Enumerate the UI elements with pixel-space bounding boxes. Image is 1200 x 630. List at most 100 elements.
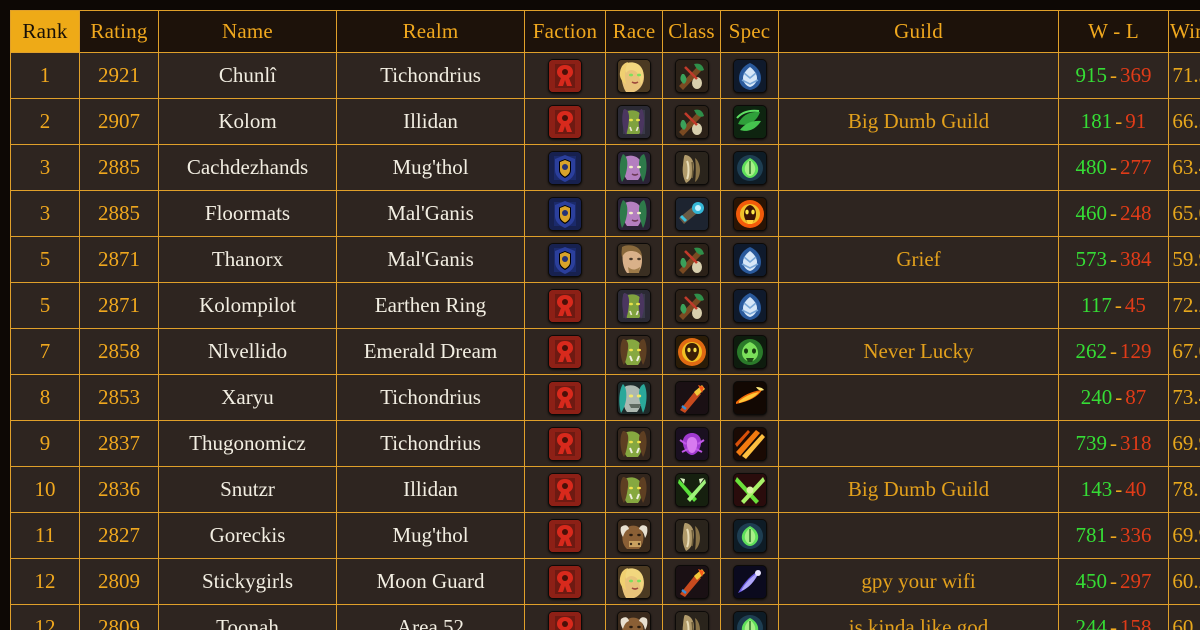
losses-value: 158	[1120, 615, 1152, 630]
cell-guild[interactable]	[778, 374, 1059, 421]
table-row[interactable]: 112827GoreckisMug'thol781-33669.9%	[10, 512, 1200, 559]
table-row[interactable]: 12 2809 Toonah Area 52 is kinda like god 244-…	[10, 604, 1200, 630]
cell-realm: Tichondrius	[336, 374, 525, 421]
cell-guild[interactable]: Big Dumb Guild	[778, 466, 1059, 513]
horde-icon	[548, 518, 582, 553]
orc-male-icon	[617, 426, 651, 461]
column-header-name[interactable]: Name	[158, 10, 337, 53]
cell-name[interactable]: Xaryu	[158, 374, 337, 421]
losses-value: 369	[1120, 63, 1152, 87]
cell-class	[662, 420, 721, 467]
mistweaver-monk-icon	[732, 610, 767, 630]
cell-race	[605, 144, 663, 191]
table-row[interactable]: 52871KolompilotEarthen Ring117-4572.2%	[10, 282, 1200, 329]
cell-faction	[524, 236, 606, 283]
table-row[interactable]: 92837ThugonomiczTichondrius739-31869.9%	[10, 420, 1200, 467]
table-row[interactable]: 2 2907 Kolom Illidan Big Dumb Guild 181-91 66.…	[10, 98, 1200, 145]
wins-value: 240	[1080, 385, 1113, 409]
table-body: 12921ChunlîTichondrius915-36971.3%22907K…	[10, 52, 1200, 630]
blood-elf-female-icon	[617, 564, 651, 599]
losses-value: 91	[1125, 109, 1147, 133]
cell-race	[605, 328, 663, 375]
table-row[interactable]: 7 2858 Nlvellido Emerald Dream Never Lucky 26…	[10, 328, 1200, 375]
table-row[interactable]: 32885FloormatsMal'Ganis460-24865.0%	[10, 190, 1200, 237]
restoration-druid-icon	[732, 58, 767, 93]
cell-name[interactable]: Goreckis	[158, 512, 337, 559]
column-header-class[interactable]: Class	[662, 10, 721, 53]
column-header-guild[interactable]: Guild	[778, 10, 1059, 53]
cell-rank: 12	[10, 558, 80, 605]
cell-realm: Earthen Ring	[336, 282, 525, 329]
cell-class	[662, 374, 721, 421]
losses-value: 45	[1124, 293, 1146, 317]
cell-win-loss: 240-87	[1058, 374, 1169, 421]
cell-win-percent: 71.3%	[1168, 52, 1200, 99]
restoration-druid-icon	[732, 288, 767, 323]
wl-separator: -	[1110, 569, 1117, 593]
cell-rating: 2921	[79, 52, 159, 99]
column-header-spec[interactable]: Spec	[720, 10, 779, 53]
cell-name[interactable]: Snutzr	[158, 466, 337, 513]
cell-win-loss: 573-384	[1058, 236, 1169, 283]
cell-name[interactable]: Nlvellido	[158, 328, 337, 375]
table-row[interactable]: 12921ChunlîTichondrius915-36971.3%	[10, 52, 1200, 99]
table-row[interactable]: 82853XaryuTichondrius240-8773.4%	[10, 374, 1200, 421]
cell-rank: 12	[10, 604, 80, 630]
column-header-realm[interactable]: Realm	[336, 10, 525, 53]
cell-rating: 2885	[79, 190, 159, 237]
column-header-winpct[interactable]: Win %	[1168, 10, 1200, 53]
cell-name[interactable]: Thugonomicz	[158, 420, 337, 467]
cell-name[interactable]: Cachdezhands	[158, 144, 337, 191]
cell-class	[662, 466, 721, 513]
wl-separator: -	[1115, 385, 1123, 409]
wins-value: 143	[1080, 477, 1113, 501]
column-header-rating[interactable]: Rating	[79, 10, 159, 53]
cell-guild[interactable]: gpy your wifi	[778, 558, 1059, 605]
cell-name[interactable]: Chunlî	[158, 52, 337, 99]
feral-druid-icon	[732, 104, 767, 139]
cell-realm: Mal'Ganis	[336, 190, 525, 237]
cell-guild[interactable]	[778, 190, 1059, 237]
table-row[interactable]: 12 2809 Stickygirls Moon Guard gpy your wifi…	[10, 558, 1200, 605]
cell-guild[interactable]	[778, 512, 1059, 559]
cell-name[interactable]: Kolompilot	[158, 282, 337, 329]
losses-value: 248	[1120, 201, 1152, 225]
table-row[interactable]: 52871ThanorxMal'GanisGrief573-38459.9%	[10, 236, 1200, 283]
cell-guild[interactable]	[778, 282, 1059, 329]
wl-separator: -	[1115, 477, 1123, 501]
cell-guild[interactable]: Grief	[778, 236, 1059, 283]
cell-faction	[524, 190, 606, 237]
paladin-icon	[674, 334, 709, 369]
cell-faction	[524, 466, 606, 513]
column-header-rank[interactable]: Rank	[10, 10, 80, 53]
cell-name[interactable]: Stickygirls	[158, 558, 337, 605]
horde-icon	[548, 426, 582, 461]
column-header-wl[interactable]: W - L	[1058, 10, 1169, 53]
cell-race	[605, 558, 663, 605]
table-row[interactable]: 10 2836 Snutzr Illidan Big Dumb Guild 143-40 7…	[10, 466, 1200, 513]
cell-realm: Mug'thol	[336, 512, 525, 559]
cell-name[interactable]: Kolom	[158, 98, 337, 145]
cell-spec	[720, 420, 779, 467]
losses-value: 336	[1120, 523, 1152, 547]
cell-faction	[524, 52, 606, 99]
wins-value: 262	[1075, 339, 1108, 363]
cell-guild[interactable]	[778, 52, 1059, 99]
cell-class	[662, 52, 721, 99]
losses-value: 297	[1120, 569, 1152, 593]
wl-separator: -	[1114, 293, 1122, 317]
column-header-race[interactable]: Race	[605, 10, 663, 53]
cell-guild[interactable]	[778, 420, 1059, 467]
cell-guild[interactable]: Big Dumb Guild	[778, 98, 1059, 145]
cell-spec	[720, 558, 779, 605]
cell-name[interactable]: Thanorx	[158, 236, 337, 283]
cell-guild[interactable]	[778, 144, 1059, 191]
cell-guild[interactable]: Never Lucky	[778, 328, 1059, 375]
horde-icon	[548, 58, 582, 93]
horde-icon	[548, 610, 582, 630]
cell-name[interactable]: Toonah	[158, 604, 337, 630]
column-header-faction[interactable]: Faction	[524, 10, 606, 53]
cell-guild[interactable]: is kinda like god	[778, 604, 1059, 630]
table-row[interactable]: 32885CachdezhandsMug'thol480-27763.4%	[10, 144, 1200, 191]
cell-name[interactable]: Floormats	[158, 190, 337, 237]
